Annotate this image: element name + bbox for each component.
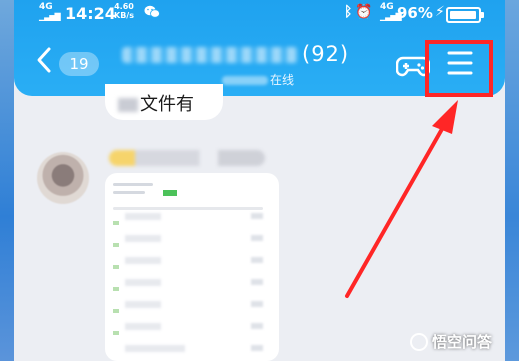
- doc-redacted: [125, 279, 161, 286]
- wukong-logo-icon: [410, 332, 428, 351]
- redacted-sender-name: [109, 150, 265, 166]
- device-frame-left: [0, 0, 14, 361]
- doc-redacted: [251, 257, 263, 263]
- unread-count-badge[interactable]: 19: [59, 52, 99, 76]
- doc-redacted: [251, 279, 263, 285]
- doc-redacted: [125, 301, 161, 308]
- charging-icon: ⚡: [435, 4, 445, 20]
- alarm-icon: ⏰: [355, 4, 373, 20]
- network-type: 4G: [39, 2, 53, 12]
- clock: 14:24: [65, 4, 116, 23]
- doc-redacted: [125, 345, 185, 352]
- doc-redacted: [125, 257, 161, 264]
- doc-tag: [113, 331, 119, 335]
- redacted-group-name: [122, 47, 298, 63]
- doc-line: [113, 183, 153, 186]
- doc-redacted: [251, 235, 263, 241]
- doc-tag: [113, 287, 119, 291]
- doc-green-button: [163, 190, 177, 196]
- message-bubble-text: 文件有: [118, 90, 194, 116]
- doc-tag: [113, 309, 119, 313]
- menu-highlight-box: [425, 40, 493, 97]
- doc-tag: [113, 221, 119, 225]
- battery-fill: [450, 11, 476, 19]
- doc-redacted: [125, 213, 161, 220]
- status-icons: ᛒ ⏰: [344, 4, 376, 20]
- wechat-icon: [144, 5, 160, 18]
- member-count: (92): [302, 42, 350, 66]
- back-arrow-icon[interactable]: [34, 46, 54, 74]
- network-speed: 4.60 KB/s: [114, 2, 134, 20]
- battery-icon: [446, 7, 484, 23]
- doc-redacted: [251, 213, 263, 219]
- status-bar: 4G ▁▃▅▇ 14:24 4.60 KB/s ᛒ ⏰ 4G ▁▃▅▇ 96% ⚡: [14, 0, 505, 26]
- doc-redacted: [125, 323, 161, 330]
- doc-tag: [113, 265, 119, 269]
- redacted-status-prefix: [222, 76, 268, 85]
- doc-line: [113, 191, 145, 194]
- signal-bars-icon: ▁▃▅▇: [39, 12, 61, 21]
- doc-redacted: [251, 345, 263, 351]
- doc-line: [113, 207, 263, 210]
- doc-redacted: [251, 301, 263, 307]
- online-status-text: 在线: [270, 73, 295, 87]
- network-type-2: 4G: [380, 2, 394, 12]
- avatar[interactable]: [37, 152, 89, 204]
- watermark: 悟空问答: [410, 331, 492, 355]
- doc-redacted: [251, 323, 263, 329]
- message-image-card[interactable]: [105, 173, 279, 361]
- doc-redacted: [125, 235, 161, 242]
- device-frame-right: [505, 0, 519, 361]
- redacted-text: [118, 98, 138, 112]
- doc-tag: [113, 243, 119, 247]
- chat-title: (92): [122, 42, 349, 66]
- bluetooth-icon: ᛒ: [344, 4, 353, 20]
- network-indicator: 4G ▁▃▅▇: [39, 2, 61, 22]
- battery-percent: 96%: [397, 4, 433, 22]
- chat-status: 在线: [222, 71, 294, 88]
